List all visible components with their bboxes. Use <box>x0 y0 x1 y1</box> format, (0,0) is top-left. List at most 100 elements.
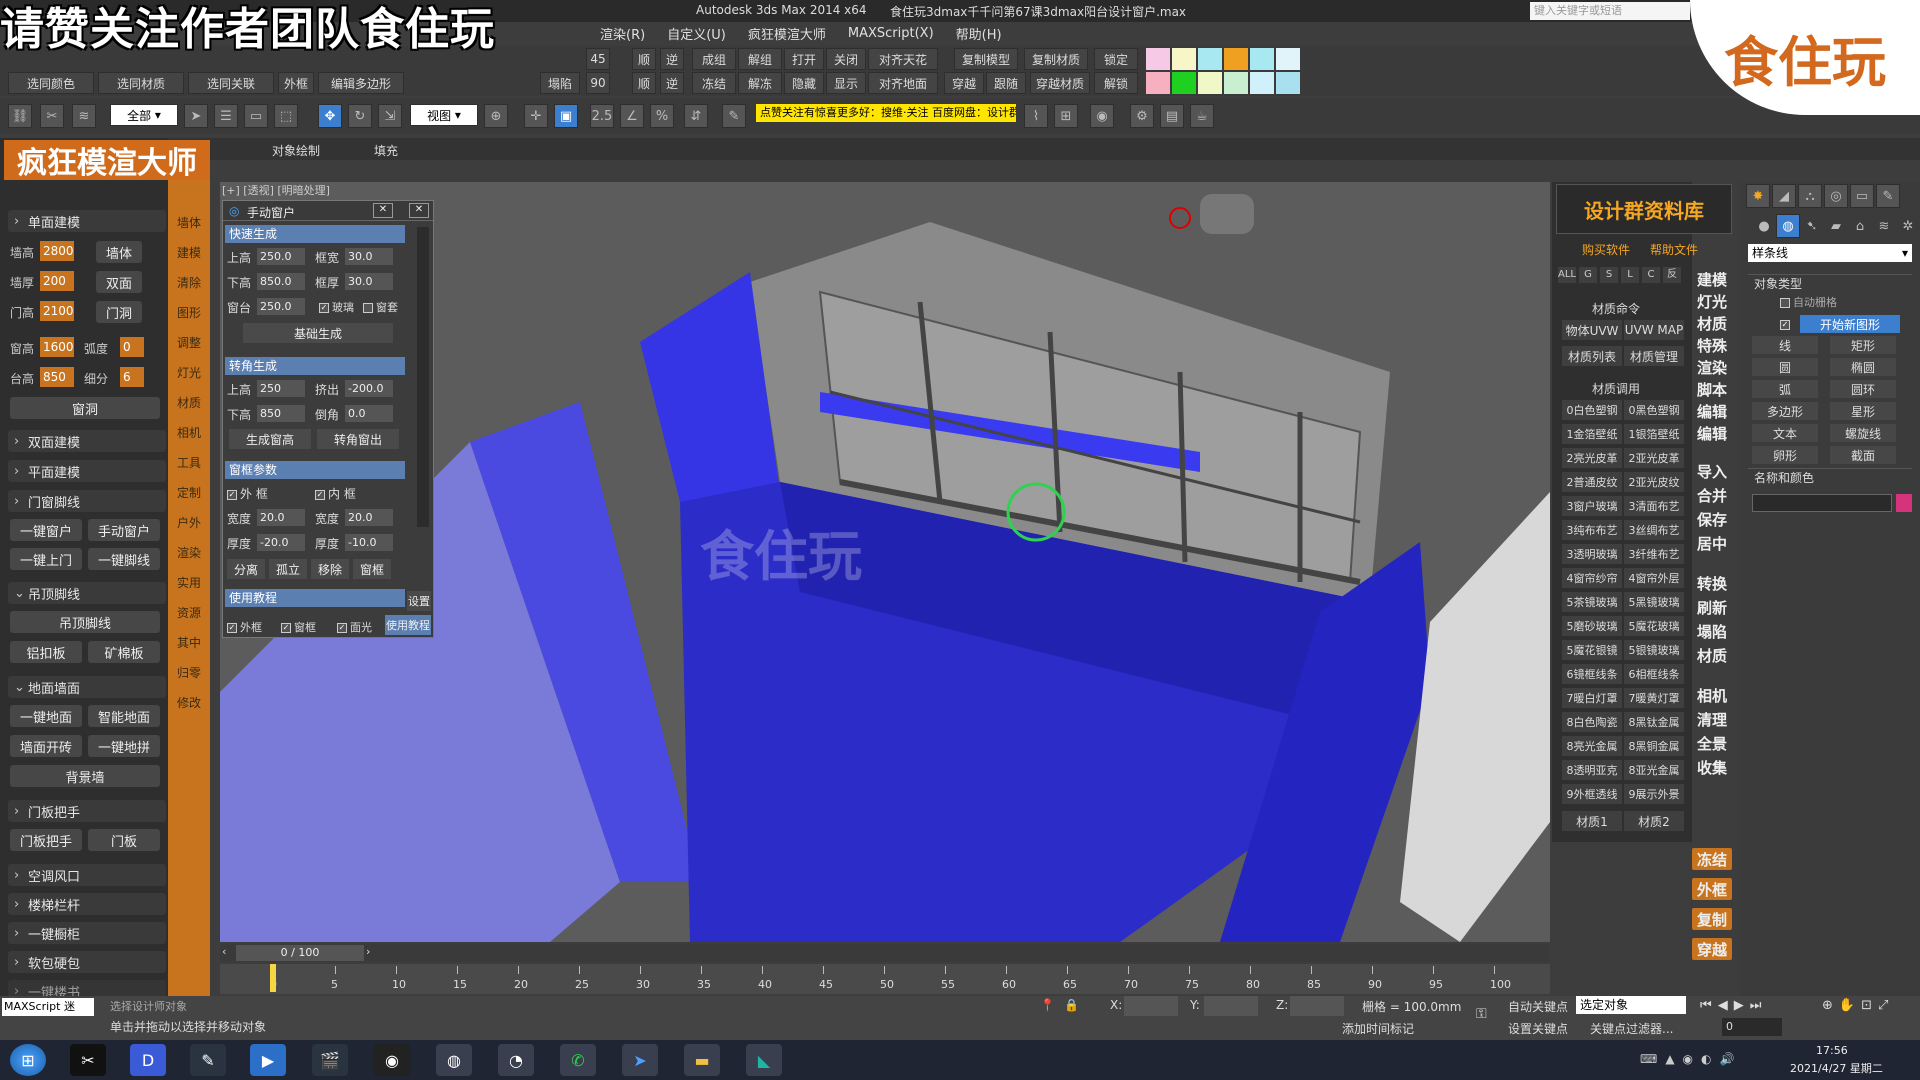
copy-model-button[interactable]: 复制模型 <box>954 48 1018 70</box>
plugin-category-item[interactable]: 定制 <box>168 480 210 504</box>
casing-checkbox[interactable]: 窗套 <box>363 299 398 315</box>
separate-button[interactable]: 分离 <box>227 559 265 579</box>
mineral-board-button[interactable]: 矿棉板 <box>88 641 160 663</box>
shape-type-button[interactable]: 卵形 <box>1752 446 1818 464</box>
dialog-titlebar[interactable]: ◎ 手动窗户 ✕ ✕ <box>223 201 433 221</box>
section-single-wall[interactable]: › 单面建模 <box>8 210 166 232</box>
freeze-button[interactable]: 冻结 <box>692 72 736 94</box>
material-2-button[interactable]: 材质2 <box>1624 811 1684 831</box>
door-panel-button[interactable]: 门板 <box>88 829 160 851</box>
quick-action-button[interactable]: 刷新 <box>1692 596 1732 618</box>
footer-outer-checkbox[interactable]: ✓ 外框 <box>227 619 262 635</box>
auto-key-button[interactable]: 自动关键点 <box>1508 998 1568 1015</box>
quick-action-button[interactable]: 居中 <box>1692 532 1732 554</box>
geometry-icon[interactable]: ● <box>1752 214 1776 238</box>
object-type-header[interactable]: 对象类型 <box>1748 274 1912 292</box>
edit-named-selection-icon[interactable]: ✎ <box>722 104 746 128</box>
schematic-view-icon[interactable]: ⊞ <box>1054 104 1078 128</box>
section-stairs[interactable]: › 楼梯栏杆 <box>8 893 166 915</box>
quick-gen-header[interactable]: 快速生成 <box>225 225 405 243</box>
double-face-button[interactable]: 双面 <box>96 271 142 293</box>
align-floor-button[interactable]: 对齐地面 <box>868 72 938 94</box>
track-bar[interactable]: 0510152025303540455055606570758085909510… <box>220 964 1550 994</box>
rotate-ccw-button[interactable]: 逆 <box>660 48 684 70</box>
select-object-icon[interactable]: ➤ <box>184 104 208 128</box>
quick-action-button[interactable]: 转换 <box>1692 572 1732 594</box>
section-double-wall[interactable]: › 双面建模 <box>8 430 166 452</box>
section-cabinet[interactable]: › 一键橱柜 <box>8 922 166 944</box>
quick-action-button[interactable]: 保存 <box>1692 508 1732 530</box>
render-setup-icon[interactable]: ⚙ <box>1130 104 1154 128</box>
dialog-scrollbar[interactable] <box>417 227 429 527</box>
plugin-category-item[interactable]: 其中 <box>168 630 210 654</box>
lock-button[interactable]: 锁定 <box>1094 48 1138 70</box>
follow-button[interactable]: 跟随 <box>986 72 1026 94</box>
quick-action-button[interactable]: 渲染 <box>1692 356 1732 378</box>
y-coord-input[interactable] <box>1204 996 1258 1016</box>
lock-icon[interactable]: 🔒 <box>1064 998 1079 1012</box>
plugin-category-item[interactable]: 户外 <box>168 510 210 534</box>
key-filter-button[interactable]: 关键点过滤器... <box>1590 1020 1673 1037</box>
frame-width-input[interactable]: 30.0 <box>345 248 393 265</box>
menu-customize[interactable]: 自定义(U) <box>667 24 726 43</box>
material-filter-tab[interactable]: S <box>1600 267 1618 283</box>
search-input[interactable]: 键入关键字或短语 <box>1530 2 1690 20</box>
menu-maxscript[interactable]: MAXScript(X) <box>848 26 934 41</box>
material-preset-button[interactable]: 9展示外景 <box>1624 784 1684 804</box>
spinner-snap-icon[interactable]: ⇵ <box>684 104 708 128</box>
angle-snap-icon[interactable]: ∠ <box>620 104 644 128</box>
plugin-category-item[interactable]: 灯光 <box>168 360 210 384</box>
quick-action-button[interactable]: 合并 <box>1692 484 1732 506</box>
color-swatch[interactable] <box>1250 48 1274 70</box>
isolate-button[interactable]: 孤立 <box>269 559 307 579</box>
material-preset-button[interactable]: 4窗帘纱帘 <box>1562 568 1622 588</box>
door-hole-button[interactable]: 门洞 <box>96 301 142 323</box>
quick-action-button[interactable]: 材质 <box>1692 644 1732 666</box>
unlink-icon[interactable]: ✂ <box>40 104 64 128</box>
one-key-door-button[interactable]: 一键上门 <box>10 548 82 570</box>
corner-top-input[interactable]: 250 <box>257 380 305 397</box>
add-time-tag[interactable]: 添加时间标记 <box>1342 1020 1414 1037</box>
material-preset-button[interactable]: 4窗帘外层 <box>1624 568 1684 588</box>
plugin-category-item[interactable]: 清除 <box>168 270 210 294</box>
prev-frame-icon[interactable]: ‹ <box>222 945 226 958</box>
rotate-ccw-button-2[interactable]: 逆 <box>660 72 684 94</box>
next-frame-icon[interactable]: › <box>366 945 370 958</box>
select-same-color-button[interactable]: 选同颜色 <box>8 72 94 94</box>
quick-action-button[interactable]: 复制 <box>1692 908 1732 930</box>
gen-sill-button[interactable]: 生成窗高 <box>229 429 311 449</box>
quick-action-button[interactable]: 收集 <box>1692 756 1732 778</box>
chamfer-input[interactable]: 0.0 <box>345 405 393 422</box>
rect-selection-icon[interactable]: ▭ <box>244 104 268 128</box>
material-preset-button[interactable]: 3透明玻璃 <box>1562 544 1622 564</box>
viewport-label[interactable]: [+] [透视] [明暗处理] <box>222 182 330 198</box>
corner-bottom-input[interactable]: 850 <box>257 405 305 422</box>
material-preset-button[interactable]: 8白色陶瓷 <box>1562 712 1622 732</box>
shape-type-button[interactable]: 线 <box>1752 336 1818 354</box>
material-preset-button[interactable]: 1银箔壁纸 <box>1624 424 1684 444</box>
motion-tab-icon[interactable]: ◎ <box>1824 184 1848 208</box>
color-swatch[interactable] <box>1224 48 1248 70</box>
manual-window-button[interactable]: 手动窗户 <box>88 519 160 541</box>
playback-controls[interactable]: ⏮◀▶⏭ <box>1700 998 1767 1013</box>
uvw-map-button[interactable]: UVW MAP <box>1624 320 1684 340</box>
shape-type-button[interactable]: 文本 <box>1752 424 1818 442</box>
background-wall-button[interactable]: 背景墙 <box>10 765 160 787</box>
viewport-nav-icons[interactable]: ⊕✋⊡⤢ <box>1822 998 1894 1013</box>
material-preset-button[interactable]: 5磨砂玻璃 <box>1562 616 1622 636</box>
basic-gen-button[interactable]: 基础生成 <box>243 323 393 343</box>
frame-params-header[interactable]: 窗框参数 <box>225 461 405 479</box>
bind-spacewarp-icon[interactable]: ≋ <box>72 104 96 128</box>
quick-action-button[interactable]: 相机 <box>1692 684 1732 706</box>
section-door-handle[interactable]: › 门板把手 <box>8 800 166 822</box>
chrome-icon[interactable]: ◍ <box>436 1044 472 1076</box>
qq-icon[interactable]: ◔ <box>498 1044 534 1076</box>
bottom-height-input[interactable]: 850.0 <box>257 273 305 290</box>
autogrid-checkbox[interactable]: 自动栅格 <box>1780 294 1837 310</box>
obs-icon[interactable]: ◉ <box>374 1044 410 1076</box>
shape-type-button[interactable]: 圆环 <box>1830 380 1896 398</box>
outer-frame-checkbox[interactable]: ✓ 外 框 <box>227 485 268 502</box>
select-by-name-icon[interactable]: ☰ <box>214 104 238 128</box>
object-uvw-button[interactable]: 物体UVW <box>1562 320 1622 340</box>
outer-width-input[interactable]: 20.0 <box>257 509 305 526</box>
